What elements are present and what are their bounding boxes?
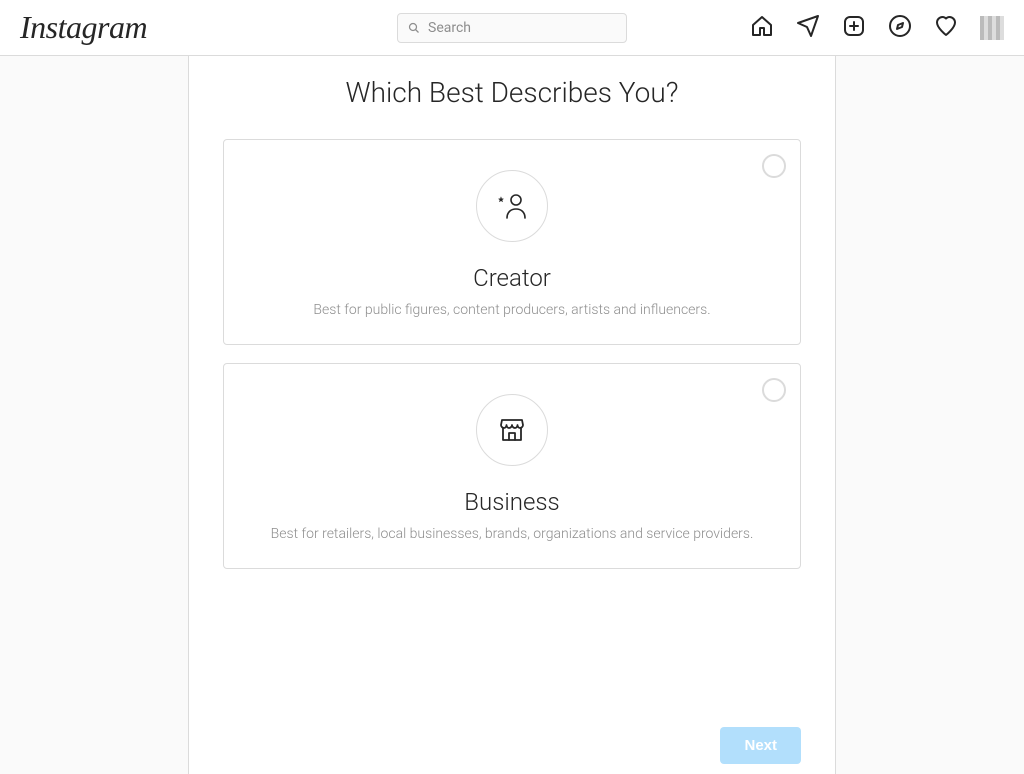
instagram-logo[interactable]: Instagram [20, 9, 147, 46]
main-panel: Which Best Describes You? Creator Best f… [188, 56, 836, 774]
creator-title: Creator [244, 264, 780, 292]
business-desc: Best for retailers, local businesses, br… [244, 526, 780, 542]
option-business[interactable]: Business Best for retailers, local busin… [223, 363, 801, 569]
business-icon-wrap [476, 394, 548, 466]
messages-icon[interactable] [796, 14, 820, 42]
search-placeholder: Search [428, 20, 471, 36]
creator-icon-wrap [476, 170, 548, 242]
new-post-icon[interactable] [842, 14, 866, 42]
business-title: Business [244, 488, 780, 516]
storefront-icon [499, 417, 525, 443]
home-icon[interactable] [750, 14, 774, 42]
page-heading: Which Best Describes You? [223, 76, 801, 109]
creator-icon [497, 193, 527, 219]
next-button[interactable]: Next [720, 727, 801, 764]
nav-icons [750, 14, 1004, 42]
top-nav: Instagram Search [0, 0, 1024, 56]
profile-avatar[interactable] [980, 16, 1004, 40]
search-container: Search [397, 13, 627, 43]
explore-icon[interactable] [888, 14, 912, 42]
creator-desc: Best for public figures, content produce… [244, 302, 780, 318]
option-creator[interactable]: Creator Best for public figures, content… [223, 139, 801, 345]
search-input[interactable]: Search [397, 13, 627, 43]
activity-icon[interactable] [934, 14, 958, 42]
radio-business[interactable] [762, 378, 786, 402]
radio-creator[interactable] [762, 154, 786, 178]
search-icon [408, 22, 420, 34]
